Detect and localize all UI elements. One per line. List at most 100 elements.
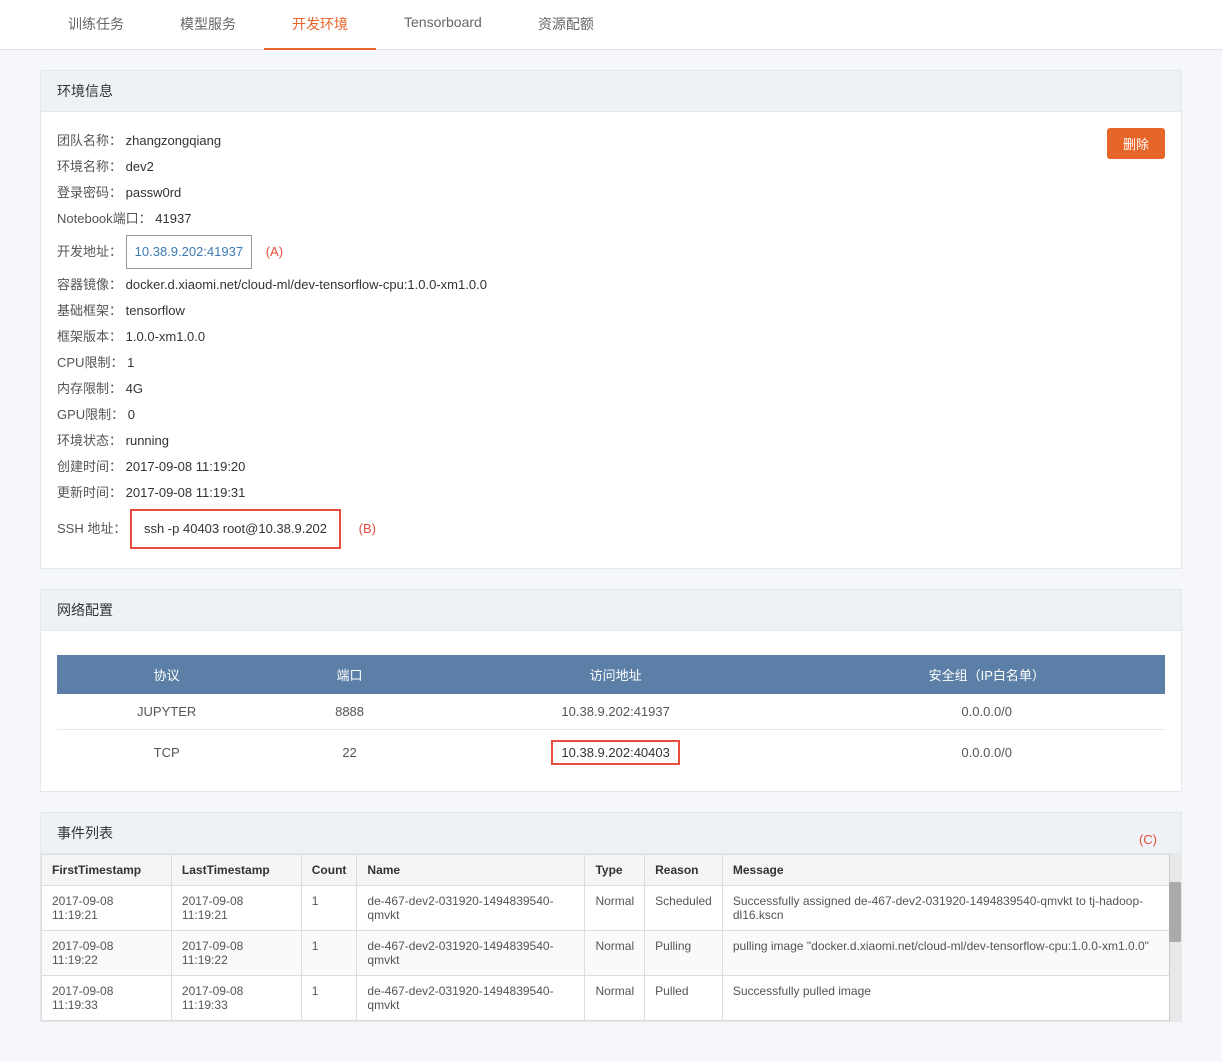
value-notebook-port: 41937 bbox=[155, 211, 191, 226]
ev-col-type: Type bbox=[585, 855, 645, 886]
net-protocol-tcp: TCP bbox=[57, 730, 276, 776]
label-status: 环境状态： bbox=[57, 433, 122, 448]
events-section-title: 事件列表 bbox=[41, 813, 1181, 854]
ev-col-first-ts: FirstTimestamp bbox=[42, 855, 172, 886]
info-gpu: GPU限制： 0 bbox=[57, 402, 1165, 428]
table-row: TCP 22 10.38.9.202:40403 0.0.0.0/0 bbox=[57, 730, 1165, 776]
network-table: 协议 端口 访问地址 安全组（IP白名单） JUPYTER 8888 10.38… bbox=[57, 655, 1165, 775]
dev-address-link[interactable]: 10.38.9.202:41937 bbox=[135, 244, 243, 259]
label-notebook-port: Notebook端口： bbox=[57, 211, 152, 226]
net-col-protocol: 协议 bbox=[57, 655, 276, 694]
net-port-tcp: 22 bbox=[276, 730, 422, 776]
info-update-time: 更新时间： 2017-09-08 11:19:31 bbox=[57, 480, 1165, 506]
info-cpu: CPU限制： 1 bbox=[57, 350, 1165, 376]
tab-model[interactable]: 模型服务 bbox=[152, 0, 264, 50]
ev-first-ts-1: 2017-09-08 11:19:21 bbox=[42, 886, 172, 931]
content-area: 环境信息 删除 团队名称： zhangzongqiang 环境名称： dev2 … bbox=[0, 50, 1222, 1062]
tabs-bar: 训练任务 模型服务 开发环境 Tensorboard 资源配额 bbox=[0, 0, 1222, 50]
ev-reason-3: Pulled bbox=[645, 976, 723, 1021]
label-memory: 内存限制： bbox=[57, 381, 122, 396]
net-protocol-jupyter: JUPYTER bbox=[57, 694, 276, 730]
info-status: 环境状态： running bbox=[57, 428, 1165, 454]
info-framework: 基础框架： tensorflow bbox=[57, 298, 1165, 324]
ssh-tag: (B) bbox=[359, 516, 376, 542]
value-memory: 4G bbox=[126, 381, 143, 396]
delete-button[interactable]: 删除 bbox=[1107, 128, 1165, 159]
ev-message-2: pulling image "docker.d.xiaomi.net/cloud… bbox=[722, 931, 1180, 976]
label-ssh: SSH 地址： bbox=[57, 521, 126, 536]
label-env-name: 环境名称： bbox=[57, 159, 122, 174]
table-row: JUPYTER 8888 10.38.9.202:41937 0.0.0.0/0 bbox=[57, 694, 1165, 730]
ev-col-name: Name bbox=[357, 855, 585, 886]
net-security-tcp: 0.0.0.0/0 bbox=[808, 730, 1165, 776]
ev-reason-2: Pulling bbox=[645, 931, 723, 976]
ev-last-ts-1: 2017-09-08 11:19:21 bbox=[171, 886, 301, 931]
ev-col-count: Count bbox=[301, 855, 357, 886]
label-create-time: 创建时间： bbox=[57, 459, 122, 474]
ev-type-1: Normal bbox=[585, 886, 645, 931]
events-header-row: FirstTimestamp LastTimestamp Count Name … bbox=[42, 855, 1181, 886]
value-gpu: 0 bbox=[128, 407, 135, 422]
value-framework-version: 1.0.0-xm1.0.0 bbox=[126, 329, 206, 344]
ev-message-3: Successfully pulled image bbox=[722, 976, 1180, 1021]
value-env-name: dev2 bbox=[126, 159, 154, 174]
table-row: 2017-09-08 11:19:22 2017-09-08 11:19:22 … bbox=[42, 931, 1181, 976]
tab-resource[interactable]: 资源配额 bbox=[510, 0, 622, 50]
info-create-time: 创建时间： 2017-09-08 11:19:20 bbox=[57, 454, 1165, 480]
dev-address-tag: (A) bbox=[266, 239, 283, 265]
tab-dev[interactable]: 开发环境 bbox=[264, 0, 376, 50]
ev-col-last-ts: LastTimestamp bbox=[171, 855, 301, 886]
label-dev-address: 开发地址： bbox=[57, 244, 122, 259]
ev-count-2: 1 bbox=[301, 931, 357, 976]
value-container-image: docker.d.xiaomi.net/cloud-ml/dev-tensorf… bbox=[126, 277, 487, 292]
ev-col-reason: Reason bbox=[645, 855, 723, 886]
value-password: passw0rd bbox=[126, 185, 182, 200]
info-framework-version: 框架版本： 1.0.0-xm1.0.0 bbox=[57, 324, 1165, 350]
ev-count-1: 1 bbox=[301, 886, 357, 931]
events-table: FirstTimestamp LastTimestamp Count Name … bbox=[41, 854, 1181, 1021]
net-col-address: 访问地址 bbox=[423, 655, 809, 694]
net-col-port: 端口 bbox=[276, 655, 422, 694]
ssh-address-box: ssh -p 40403 root@10.38.9.202 bbox=[130, 509, 341, 549]
net-address-jupyter: 10.38.9.202:41937 bbox=[423, 694, 809, 730]
table-row: 2017-09-08 11:19:33 2017-09-08 11:19:33 … bbox=[42, 976, 1181, 1021]
env-info-section: 环境信息 删除 团队名称： zhangzongqiang 环境名称： dev2 … bbox=[40, 70, 1182, 569]
env-section-body: 删除 团队名称： zhangzongqiang 环境名称： dev2 登录密码：… bbox=[41, 112, 1181, 568]
label-container-image: 容器镜像： bbox=[57, 277, 122, 292]
ev-last-ts-2: 2017-09-08 11:19:22 bbox=[171, 931, 301, 976]
info-team: 团队名称： zhangzongqiang bbox=[57, 128, 1165, 154]
network-section: 网络配置 协议 端口 访问地址 安全组（IP白名单） JUPYTER bbox=[40, 589, 1182, 792]
ev-type-3: Normal bbox=[585, 976, 645, 1021]
events-section-body: (C) FirstTimestamp LastTimestamp Count N… bbox=[41, 854, 1181, 1021]
value-update-time: 2017-09-08 11:19:31 bbox=[126, 485, 246, 500]
table-row: 2017-09-08 11:19:21 2017-09-08 11:19:21 … bbox=[42, 886, 1181, 931]
info-memory: 内存限制： 4G bbox=[57, 376, 1165, 402]
network-section-body: 协议 端口 访问地址 安全组（IP白名单） JUPYTER 8888 10.38… bbox=[41, 631, 1181, 791]
label-password: 登录密码： bbox=[57, 185, 122, 200]
scrollbar-thumb[interactable] bbox=[1169, 882, 1181, 942]
value-create-time: 2017-09-08 11:19:20 bbox=[126, 459, 246, 474]
net-address-tcp: 10.38.9.202:40403 bbox=[423, 730, 809, 776]
ev-count-3: 1 bbox=[301, 976, 357, 1021]
ev-name-1: de-467-dev2-031920-1494839540-qmvkt bbox=[357, 886, 585, 931]
value-team: zhangzongqiang bbox=[126, 133, 221, 148]
label-update-time: 更新时间： bbox=[57, 485, 122, 500]
ev-col-message: Message bbox=[722, 855, 1180, 886]
ev-name-2: de-467-dev2-031920-1494839540-qmvkt bbox=[357, 931, 585, 976]
ev-last-ts-3: 2017-09-08 11:19:33 bbox=[171, 976, 301, 1021]
info-env-name: 环境名称： dev2 bbox=[57, 154, 1165, 180]
info-dev-address: 开发地址： 10.38.9.202:41937 (A) bbox=[57, 232, 1165, 272]
net-security-jupyter: 0.0.0.0/0 bbox=[808, 694, 1165, 730]
info-container-image: 容器镜像： docker.d.xiaomi.net/cloud-ml/dev-t… bbox=[57, 272, 1165, 298]
info-notebook-port: Notebook端口： 41937 bbox=[57, 206, 1165, 232]
label-team: 团队名称： bbox=[57, 133, 122, 148]
tab-train[interactable]: 训练任务 bbox=[40, 0, 152, 50]
net-port-jupyter: 8888 bbox=[276, 694, 422, 730]
net-col-security: 安全组（IP白名单） bbox=[808, 655, 1165, 694]
tab-tensorboard[interactable]: Tensorboard bbox=[376, 0, 510, 50]
value-framework: tensorflow bbox=[126, 303, 185, 318]
c-label: (C) bbox=[1139, 832, 1157, 847]
events-section: 事件列表 (C) FirstTimestamp LastTimestamp Co… bbox=[40, 812, 1182, 1022]
ev-reason-1: Scheduled bbox=[645, 886, 723, 931]
scrollbar[interactable] bbox=[1169, 854, 1181, 1021]
